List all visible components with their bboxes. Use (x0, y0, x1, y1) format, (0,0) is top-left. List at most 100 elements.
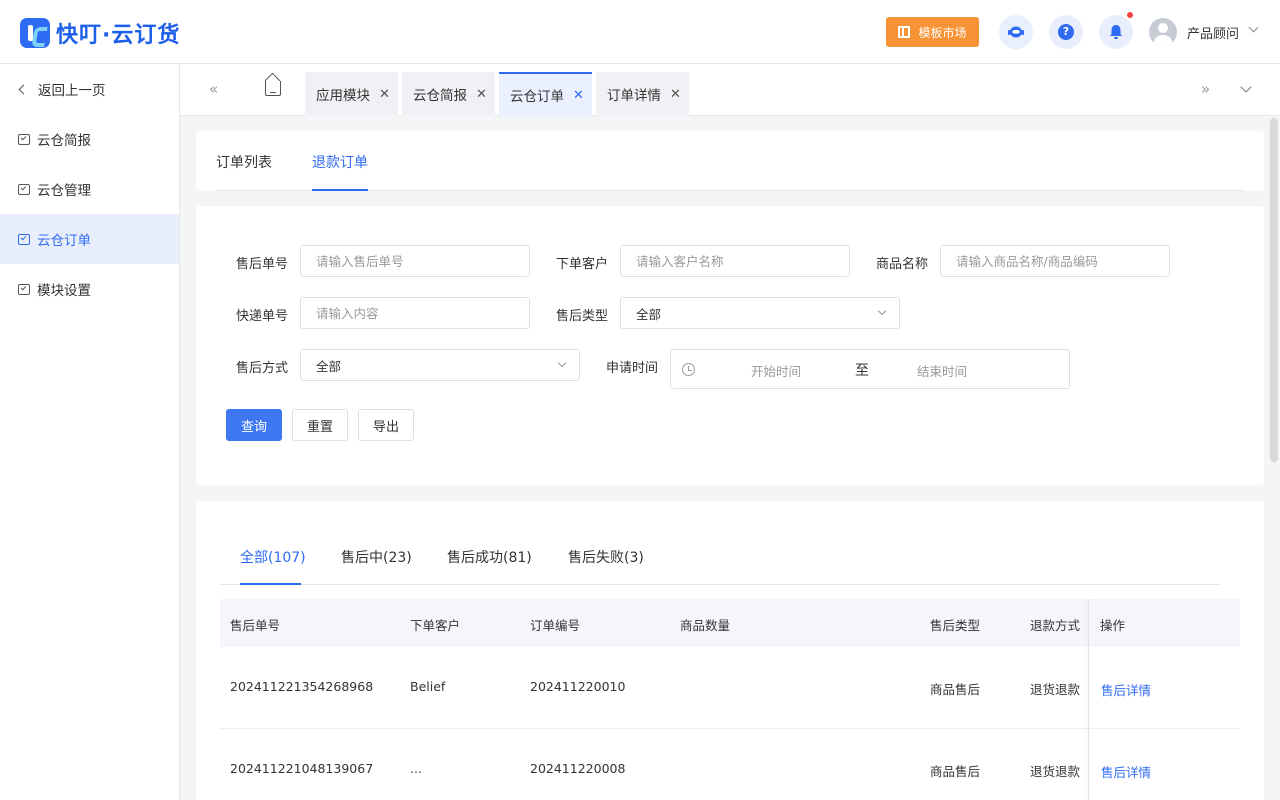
home-icon[interactable] (265, 81, 281, 96)
template-icon (898, 26, 911, 38)
order-no-cell: 202411220008 (530, 761, 626, 776)
service-icon (1008, 26, 1024, 38)
column-header: 售后类型 (930, 618, 981, 633)
tab-order-detail[interactable]: 订单详情 ✕ (596, 72, 689, 116)
scroll-left-icon[interactable]: « (209, 80, 218, 98)
select-value: 全部 (316, 358, 342, 374)
column-header: 售后单号 (230, 618, 281, 633)
chevron-left-icon (18, 84, 29, 94)
order-type-tabs: 订单列表 退款订单 (196, 131, 1264, 191)
notifications-button[interactable] (1099, 12, 1133, 49)
after-sale-detail-link[interactable]: 售后详情 (1101, 680, 1151, 699)
chevron-down-icon (557, 358, 567, 368)
close-icon[interactable]: ✕ (476, 87, 487, 102)
top-header: 快叮·云订货 模板市场 ? 产品顾问 (0, 0, 1280, 64)
user-name[interactable]: 产品顾问 (1187, 23, 1239, 42)
after-sale-no-cell: 202411221354268968 (230, 679, 374, 694)
check-square-icon (18, 233, 30, 245)
after-sale-no-cell: 202411221048139067 (230, 761, 374, 776)
after-sale-detail-link[interactable]: 售后详情 (1101, 762, 1151, 781)
close-icon[interactable]: ✕ (670, 87, 681, 102)
status-tab-all[interactable]: 全部(107) (240, 547, 306, 567)
after-sale-method-select[interactable]: 全部 (300, 349, 580, 381)
status-tab-success[interactable]: 售后成功(81) (447, 547, 532, 567)
app-logo[interactable]: 快叮·云订货 (20, 17, 180, 49)
scroll-right-icon[interactable]: » (1201, 80, 1210, 98)
template-market-label: 模板市场 (918, 25, 967, 40)
divider (216, 190, 1244, 191)
chevron-down-icon[interactable] (1248, 22, 1259, 33)
apply-time-label: 申请时间 (606, 361, 659, 376)
refund-orders-table-panel: 全部(107) 售后中(23) 售后成功(81) 售后失败(3) 售后单号 下单… (196, 501, 1264, 800)
tab-cloud-brief[interactable]: 云仓简报 ✕ (402, 72, 495, 116)
customer-input[interactable] (620, 245, 850, 277)
clock-icon (682, 363, 695, 376)
back-label: 返回上一页 (38, 83, 106, 99)
customer-label: 下单客户 (556, 257, 609, 272)
query-button[interactable]: 查询 (226, 409, 282, 441)
sidebar-item-cloud-manage[interactable]: 云仓管理 (0, 164, 179, 214)
check-square-icon (18, 133, 30, 145)
logo-text: 快叮·云订货 (56, 23, 181, 48)
express-no-input[interactable] (300, 297, 530, 329)
type-cell: 商品售后 (930, 764, 981, 779)
sidebar-item-module-settings[interactable]: 模块设置 (0, 264, 179, 314)
table-row: 202411221354268968 Belief 202411220010 商… (220, 647, 1240, 729)
after-sale-no-label: 售后单号 (236, 257, 289, 272)
check-square-icon (18, 183, 30, 195)
end-time-input[interactable]: 结束时间 (917, 361, 967, 380)
close-icon[interactable]: ✕ (379, 87, 390, 102)
template-market-button[interactable]: 模板市场 (886, 17, 979, 47)
tab-order-list[interactable]: 订单列表 (216, 152, 272, 172)
active-tab-indicator (312, 189, 368, 191)
avatar[interactable] (1149, 18, 1177, 46)
tab-refund-orders[interactable]: 退款订单 (312, 152, 368, 172)
product-input[interactable] (940, 245, 1170, 277)
sidebar-item-cloud-orders[interactable]: 云仓订单 (0, 214, 179, 264)
help-button[interactable]: ? (1049, 15, 1083, 49)
express-no-label: 快递单号 (236, 309, 289, 324)
start-time-input[interactable]: 开始时间 (751, 361, 801, 380)
tab-cloud-orders[interactable]: 云仓订单 ✕ (499, 72, 592, 116)
export-button[interactable]: 导出 (358, 409, 414, 441)
after-sale-method-label: 售后方式 (236, 361, 289, 376)
table-header: 售后单号 下单客户 订单编号 商品数量 售后类型 退款方式 操作 (220, 599, 1240, 647)
close-icon[interactable]: ✕ (573, 88, 584, 103)
sidebar-item-cloud-brief[interactable]: 云仓简报 (0, 114, 179, 164)
reset-button[interactable]: 重置 (292, 409, 348, 441)
chevron-down-icon (877, 306, 887, 316)
page-tab-bar: « 应用模块 ✕ 云仓简报 ✕ 云仓订单 ✕ 订单详情 ✕ » (180, 64, 1280, 116)
filter-panel: 售后单号 下单客户 商品名称 快递单号 售后类型 全部 售后方式 全部 申请时间… (196, 206, 1264, 485)
after-sale-type-select[interactable]: 全部 (620, 297, 900, 329)
check-square-icon (18, 283, 30, 295)
bell-icon (1110, 25, 1122, 39)
back-button[interactable]: 返回上一页 (0, 64, 179, 114)
logo-icon (20, 18, 50, 48)
tab-label: 应用模块 (316, 88, 370, 104)
tab-menu-chevron-icon[interactable] (1240, 81, 1252, 93)
tab-label: 云仓简报 (413, 88, 467, 104)
status-tab-in-progress[interactable]: 售后中(23) (341, 547, 412, 567)
active-tab-indicator (240, 583, 301, 585)
column-header: 商品数量 (680, 618, 731, 633)
status-tab-failed[interactable]: 售后失败(3) (568, 547, 644, 567)
refund-method-cell: 退货退款 (1030, 764, 1081, 779)
customer-cell: Belief (410, 679, 446, 694)
page-scrollbar[interactable] (1270, 118, 1278, 462)
tab-app-modules[interactable]: 应用模块 ✕ (305, 72, 398, 116)
column-header: 订单编号 (530, 618, 581, 633)
help-icon: ? (1058, 24, 1074, 40)
divider (220, 584, 1220, 585)
refund-method-cell: 退货退款 (1030, 682, 1081, 697)
customer-service-button[interactable] (999, 15, 1033, 49)
column-header: 操作 (1100, 618, 1126, 633)
select-value: 全部 (636, 306, 662, 322)
after-sale-type-label: 售后类型 (556, 309, 609, 324)
apply-time-range-picker[interactable]: 开始时间 至 结束时间 (670, 349, 1070, 389)
fixed-column-divider (1088, 599, 1089, 800)
after-sale-no-input[interactable] (300, 245, 530, 277)
sidebar-item-label: 云仓简报 (37, 133, 91, 149)
sidebar: 返回上一页 云仓简报 云仓管理 云仓订单 模块设置 (0, 64, 180, 800)
column-header: 下单客户 (410, 618, 461, 633)
sidebar-item-label: 模块设置 (37, 283, 91, 299)
